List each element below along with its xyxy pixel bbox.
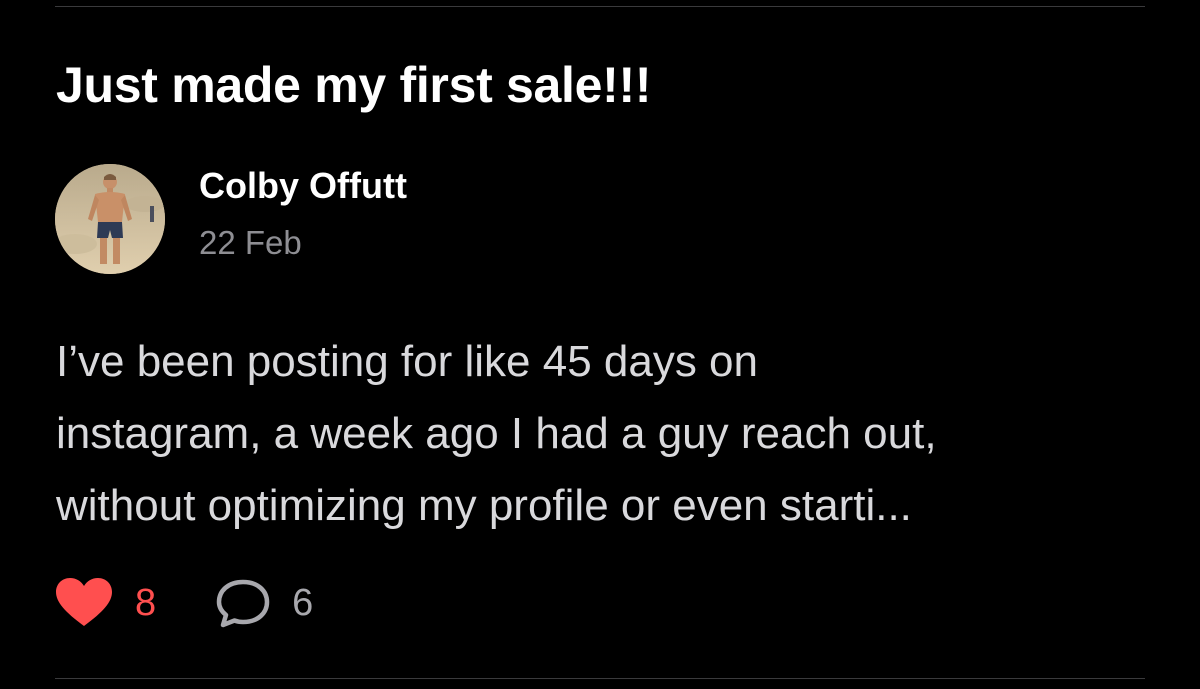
post-body[interactable]: I’ve been posting for like 45 days on in… xyxy=(56,326,1156,542)
comment-button[interactable]: 6 xyxy=(214,578,313,628)
author-meta: Colby Offutt 22 Feb xyxy=(199,164,407,274)
post-title[interactable]: Just made my first sale!!! xyxy=(56,56,651,114)
avatar[interactable] xyxy=(55,164,165,274)
avatar-photo xyxy=(55,164,165,274)
post-card[interactable]: Just made my first sale!!! Colby Offutt … xyxy=(0,0,1200,689)
bottom-divider xyxy=(55,678,1145,679)
author-row: Colby Offutt 22 Feb xyxy=(55,164,407,274)
post-actions: 8 6 xyxy=(55,578,313,628)
author-name[interactable]: Colby Offutt xyxy=(199,164,407,208)
like-button[interactable]: 8 xyxy=(55,578,156,628)
post-date: 22 Feb xyxy=(199,224,302,261)
heart-icon xyxy=(55,578,113,628)
like-count: 8 xyxy=(135,582,157,624)
comment-count: 6 xyxy=(292,582,314,624)
comment-bubble-icon xyxy=(214,578,272,628)
